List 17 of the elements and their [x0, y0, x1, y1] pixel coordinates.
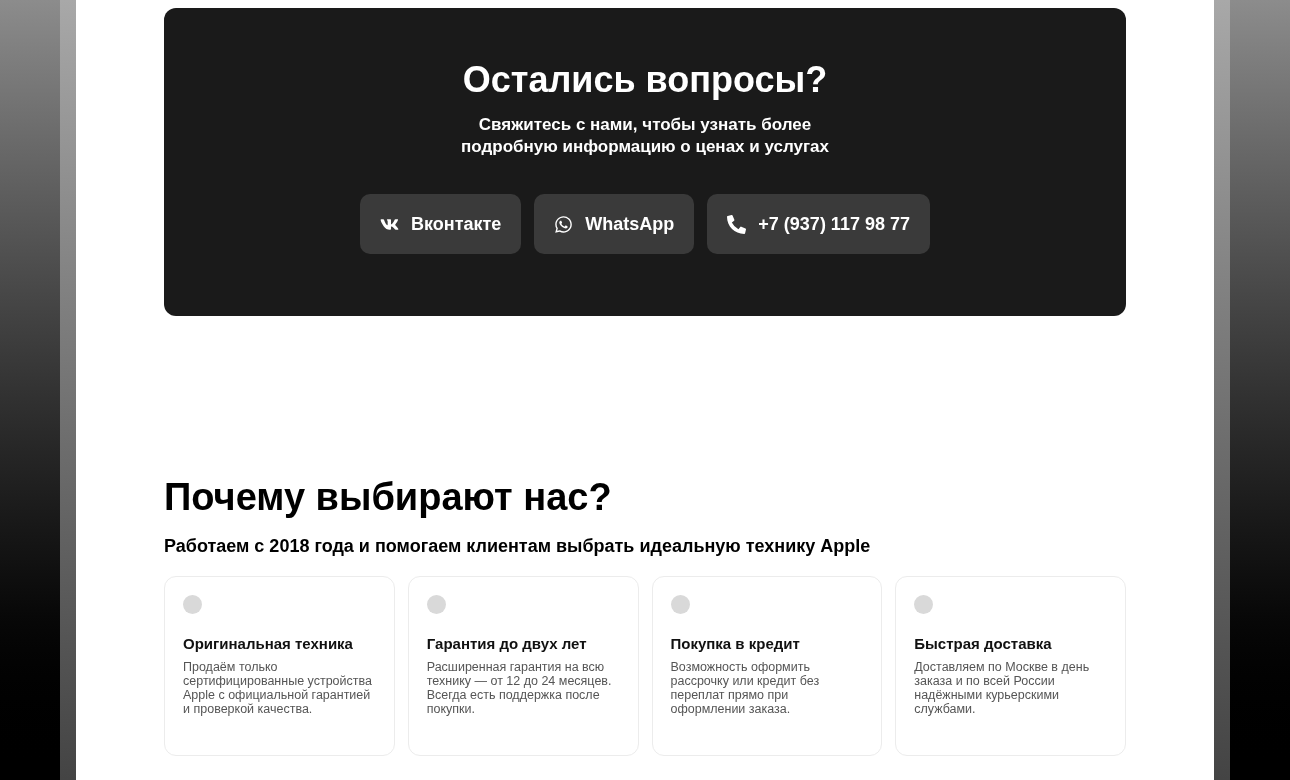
feature-text: Возможность оформить рассрочку или кредит без переплат прямо при оформлении заказа.	[670, 660, 821, 716]
feature-text: Расширенная гарантия на всю технику — от 12 до 24 месяцев. Всегда есть поддержка после покупки.	[426, 660, 613, 716]
feature-title: Быстрая доставка	[914, 634, 1053, 654]
phone-icon	[727, 214, 747, 234]
feature-text: Доставляем по Москве в день заказа и по всей России надёжными курьерскими службами.	[914, 660, 1091, 716]
contact-button[interactable]: Вконтакте	[360, 194, 522, 254]
feature-title: Гарантия до двух лет	[426, 634, 588, 654]
contact-button[interactable]: WhatsApp	[534, 194, 695, 254]
section-subtitle: Работаем с 2018 года и помогаем клиентам выбрать идеальную технику Apple	[164, 535, 872, 558]
feature-title: Покупка в кредит	[670, 634, 801, 654]
whatsapp-icon	[554, 214, 574, 234]
feature-text: Продаём только сертифицированные устройства Apple с официальной гарантией и проверкой качества.	[183, 660, 373, 716]
section-title: Почему выбирают нас?	[164, 475, 613, 520]
contact-title: Остались вопросы?	[462, 58, 828, 102]
feature-title: Оригинальная техника	[183, 634, 354, 654]
contact-subtitle: Свяжитесь с нами, чтобы узнать более подробную информацию о ценах и услугах	[460, 114, 830, 158]
contact-button[interactable]: +7 (937) 117 98 77	[707, 194, 930, 254]
